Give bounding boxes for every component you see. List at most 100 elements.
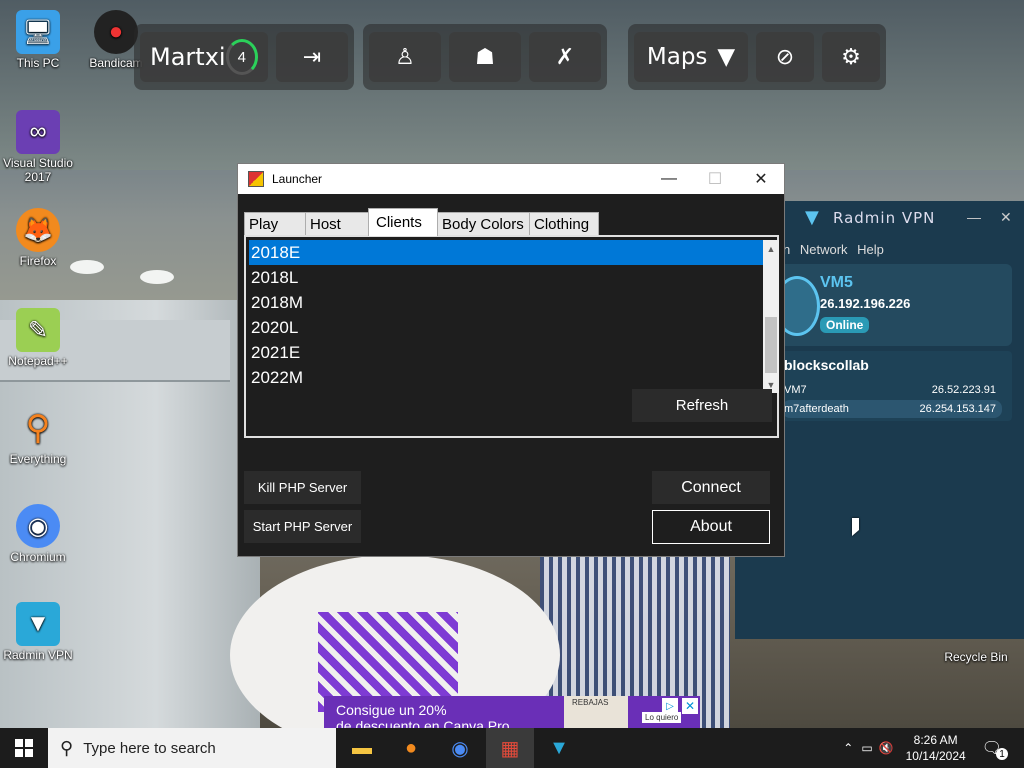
desktop-icon-visual-studio[interactable]: ∞ Visual Studio 2017 (0, 110, 76, 184)
radmin-menu[interactable]: n Network Help (783, 242, 884, 257)
radmin-device-ip: 26.192.196.226 (820, 296, 911, 311)
clock-time: 8:26 AM (913, 733, 958, 747)
peer-ip: 26.52.223.91 (931, 384, 996, 396)
ad-headline: Consigue un 20% de descuento en Canva Pr… (336, 702, 510, 728)
radmin-network[interactable]: blockscollab VM7 26.52.223.91 m7afterdea… (778, 351, 1012, 421)
clients-list[interactable]: 2018E 2018L 2018M 2020L 2021E 2022M ▲ ▼ (249, 240, 779, 393)
logout-icon: ⇥ (302, 44, 322, 69)
radmin-peer-row[interactable]: m7afterdeath 26.254.153.147 (782, 400, 1002, 418)
level-badge: 4 (225, 39, 258, 75)
computer-icon: 🖥 (16, 10, 60, 54)
radmin-brand: Radmin VPN (833, 209, 936, 227)
no-timer-button[interactable]: ⊘ (756, 32, 814, 82)
ad-close-icon[interactable]: ✕ (682, 698, 698, 714)
kill-php-server-button[interactable]: Kill PHP Server (244, 471, 361, 504)
taskbar-radmin-vpn[interactable]: ▼ (535, 728, 583, 768)
network-icon[interactable]: ▭ (861, 741, 872, 755)
desktop-icon-label: Notepad++ (8, 354, 68, 368)
toolbar-group-user: Martxi 4 ⇥ (134, 24, 354, 90)
peer-name: VM7 (784, 384, 807, 396)
ad-line-1: Consigue un 20% (336, 702, 447, 718)
ad-info-icon[interactable]: ▷ (662, 698, 678, 714)
desktop-icon-firefox[interactable]: 🦊 Firefox (0, 208, 76, 268)
radmin-device-name: VM5 (820, 274, 853, 291)
taskbar-firefox[interactable]: ● (387, 728, 435, 768)
refresh-button[interactable]: Refresh (632, 389, 772, 422)
radmin-device-card[interactable]: VM5 26.192.196.226 Online (774, 264, 1012, 346)
list-item[interactable]: 2018E (249, 240, 763, 265)
taskbar-file-explorer[interactable]: ▬ (338, 728, 386, 768)
desktop-icon-chromium[interactable]: ◉ Chromium (0, 504, 76, 564)
tab-body-colors[interactable]: Body Colors (437, 212, 530, 236)
tab-play[interactable]: Play (244, 212, 306, 236)
minimize-button[interactable]: — (646, 164, 692, 194)
visual-studio-icon: ∞ (16, 110, 60, 154)
character-button[interactable]: ♙ (369, 32, 441, 82)
chevron-up-icon[interactable]: ⌃ (843, 741, 853, 755)
launcher-app-icon: ▦ (500, 737, 520, 760)
list-item[interactable]: 2020L (249, 315, 763, 340)
volume-muted-icon[interactable]: 🔇 (879, 741, 894, 755)
close-button[interactable]: ✕ (738, 164, 784, 194)
desktop-icon-this-pc[interactable]: 🖥 This PC (0, 10, 76, 70)
maps-dropdown[interactable]: Maps ▼ (634, 32, 748, 82)
notepad-plus-icon: ✎ (16, 308, 60, 352)
group-button[interactable]: ☗ (449, 32, 521, 82)
taskbar-search[interactable]: ⚲ Type here to search (48, 728, 336, 768)
list-item[interactable]: 2018L (249, 265, 763, 290)
firefox-icon: 🦊 (16, 208, 60, 252)
desktop-icon-recycle-bin[interactable]: Recycle Bin (938, 650, 1014, 664)
ad-line-2: de descuento en Canva Pro (336, 718, 510, 728)
chromium-icon: ◉ (16, 504, 60, 548)
desktop-icon-label: Everything (9, 452, 67, 466)
radmin-minimize-button[interactable]: — (967, 209, 981, 225)
mouse-cursor (852, 518, 859, 536)
launcher-tabs: Play Host Clients Body Colors Clothing (244, 208, 599, 236)
system-tray: ⌃ ▭ 🔇 8:26 AM 10/14/2024 🗨 1 (843, 728, 1024, 768)
clock-date: 10/14/2024 (905, 749, 966, 763)
ad-banner[interactable]: Consigue un 20% de descuento en Canva Pr… (324, 696, 700, 728)
connect-button[interactable]: Connect (652, 471, 770, 504)
logout-button[interactable]: ⇥ (276, 32, 348, 82)
desktop-icon-label: Visual Studio 2017 (3, 156, 73, 184)
wallpaper-light (140, 270, 174, 284)
desktop-icon-everything[interactable]: ⚲ Everything (0, 406, 76, 466)
notification-count-badge: 1 (996, 748, 1008, 760)
user-profile-button[interactable]: Martxi 4 (140, 32, 268, 82)
settings-button[interactable]: ⚙ (822, 32, 880, 82)
clients-scrollbar[interactable]: ▲ ▼ (763, 240, 779, 393)
notification-center-icon[interactable]: 🗨 1 (982, 738, 1008, 760)
folder-icon: ▬ (352, 736, 372, 759)
scrollbar-thumb[interactable] (765, 317, 777, 373)
about-button[interactable]: About (652, 510, 770, 544)
character-icon: ♙ (395, 44, 415, 69)
taskbar-launcher[interactable]: ▦ (486, 728, 534, 768)
radmin-peer-row[interactable]: VM7 26.52.223.91 (782, 381, 1002, 399)
group-icon: ☗ (475, 44, 495, 69)
gear-icon: ⚙ (841, 44, 861, 69)
ad-brand-small: REBAJAS (572, 698, 609, 707)
toolbar-group-settings: Maps ▼ ⊘ ⚙ (628, 24, 886, 90)
start-button[interactable] (0, 728, 48, 768)
swords-button[interactable]: ✗ (529, 32, 601, 82)
window-title: Launcher (272, 172, 323, 186)
list-item[interactable]: 2018M (249, 290, 763, 315)
maximize-button[interactable]: ☐ (692, 164, 738, 194)
clients-panel: 2018E 2018L 2018M 2020L 2021E 2022M ▲ ▼ … (244, 235, 779, 438)
list-item[interactable]: 2022M (249, 365, 763, 390)
scroll-up-icon[interactable]: ▲ (763, 240, 779, 257)
tab-host[interactable]: Host (305, 212, 369, 236)
radmin-close-button[interactable]: ✕ (1000, 209, 1012, 226)
maps-label: Maps (646, 44, 708, 70)
desktop-icon-radmin-vpn[interactable]: ▼ Radmin VPN (0, 602, 76, 662)
tab-clients[interactable]: Clients (368, 208, 438, 236)
tab-clothing[interactable]: Clothing (529, 212, 599, 236)
list-item[interactable]: 2021E (249, 340, 763, 365)
desktop-icon-notepad-plus[interactable]: ✎ Notepad++ (0, 308, 76, 368)
launcher-titlebar[interactable]: Launcher — ☐ ✕ (238, 164, 784, 194)
peer-ip: 26.254.153.147 (919, 403, 996, 415)
desktop-icon-label: Recycle Bin (944, 650, 1008, 664)
start-php-server-button[interactable]: Start PHP Server (244, 510, 361, 543)
taskbar-clock[interactable]: 8:26 AM 10/14/2024 (906, 732, 966, 764)
taskbar-chromium[interactable]: ◉ (436, 728, 484, 768)
